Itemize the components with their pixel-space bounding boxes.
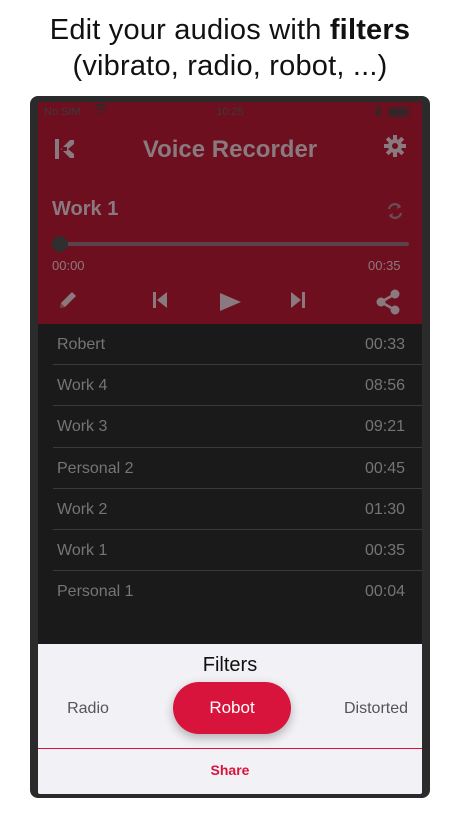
share-button[interactable]: Share bbox=[38, 762, 422, 778]
recording-duration: 08:56 bbox=[364, 377, 405, 395]
previous-icon[interactable] bbox=[148, 288, 176, 316]
list-item[interactable]: Robert 00:33 bbox=[53, 324, 422, 366]
track-title: Work 1 bbox=[52, 198, 119, 220]
filter-option-radio[interactable]: Radio bbox=[38, 700, 138, 718]
recording-name: Personal 2 bbox=[57, 459, 134, 477]
total-duration: 00:35 bbox=[368, 258, 401, 273]
filter-option-distorted[interactable]: Distorted bbox=[330, 700, 422, 718]
player-controls bbox=[38, 284, 422, 320]
progress-slider[interactable] bbox=[52, 236, 409, 252]
promo-caption-text: Edit your audios with bbox=[49, 14, 330, 46]
list-item[interactable]: Work 4 08:56 bbox=[53, 365, 422, 407]
recordings-list: Robert 00:33 Work 4 08:56 Work 3 09:21 Pers… bbox=[53, 324, 422, 612]
repeat-icon[interactable] bbox=[384, 200, 406, 222]
gear-icon[interactable] bbox=[382, 134, 408, 160]
player-panel: No SIM 10:25 Voice Recorder Work 1 00:00… bbox=[38, 102, 422, 324]
phone-screen: No SIM 10:25 Voice Recorder Work 1 00:00… bbox=[38, 102, 422, 794]
battery-icon bbox=[388, 107, 410, 117]
recording-duration: 00:45 bbox=[364, 459, 405, 477]
list-item[interactable]: Personal 2 00:45 bbox=[53, 448, 422, 489]
navbar: Voice Recorder bbox=[38, 124, 422, 176]
recording-name: Robert bbox=[57, 336, 106, 353]
recording-duration: 00:33 bbox=[364, 336, 405, 353]
promo-caption-line1: Edit your audios with filters bbox=[0, 12, 460, 48]
recording-duration: 09:21 bbox=[364, 418, 405, 436]
recording-name: Personal 1 bbox=[57, 583, 134, 601]
edit-icon[interactable] bbox=[56, 288, 84, 316]
filter-option-robot-selected[interactable]: Robot bbox=[173, 682, 291, 734]
list-item[interactable]: Work 1 00:35 bbox=[53, 530, 422, 572]
promo-caption-bold: filters bbox=[329, 14, 411, 46]
share-icon[interactable] bbox=[374, 288, 402, 316]
recording-duration: 01:30 bbox=[364, 500, 405, 518]
progress-knob[interactable] bbox=[52, 236, 68, 252]
sheet-divider bbox=[38, 748, 422, 749]
next-icon[interactable] bbox=[286, 288, 314, 316]
play-icon[interactable] bbox=[216, 288, 244, 316]
filters-sheet: Filters Radio Robot Distorted Share bbox=[38, 644, 422, 794]
app-title: Voice Recorder bbox=[142, 136, 318, 163]
recording-name: Work 4 bbox=[57, 377, 108, 395]
sheet-title: Filters bbox=[202, 654, 258, 676]
recording-name: Work 1 bbox=[57, 541, 108, 559]
recording-name: Work 2 bbox=[57, 500, 108, 518]
recording-duration: 00:35 bbox=[364, 541, 405, 559]
recording-duration: 00:04 bbox=[364, 583, 405, 601]
bluetooth-icon bbox=[374, 104, 382, 120]
list-item[interactable]: Work 3 09:21 bbox=[53, 406, 422, 448]
status-time: 10:25 bbox=[216, 106, 244, 118]
list-item[interactable]: Personal 1 00:04 bbox=[53, 571, 422, 612]
promo-caption: Edit your audios with filters (vibrato, … bbox=[0, 12, 460, 84]
app-background: No SIM 10:25 Voice Recorder Work 1 00:00… bbox=[38, 102, 422, 642]
recording-name: Work 3 bbox=[57, 418, 108, 436]
status-bar: No SIM 10:25 bbox=[38, 102, 422, 122]
list-item[interactable]: Work 2 01:30 bbox=[53, 489, 422, 530]
progress-rail bbox=[52, 242, 409, 246]
promo-caption-line2: (vibrato, radio, robot, ...) bbox=[72, 50, 388, 82]
phone-frame: No SIM 10:25 Voice Recorder Work 1 00:00… bbox=[30, 96, 430, 798]
elapsed-time: 00:00 bbox=[52, 258, 85, 273]
